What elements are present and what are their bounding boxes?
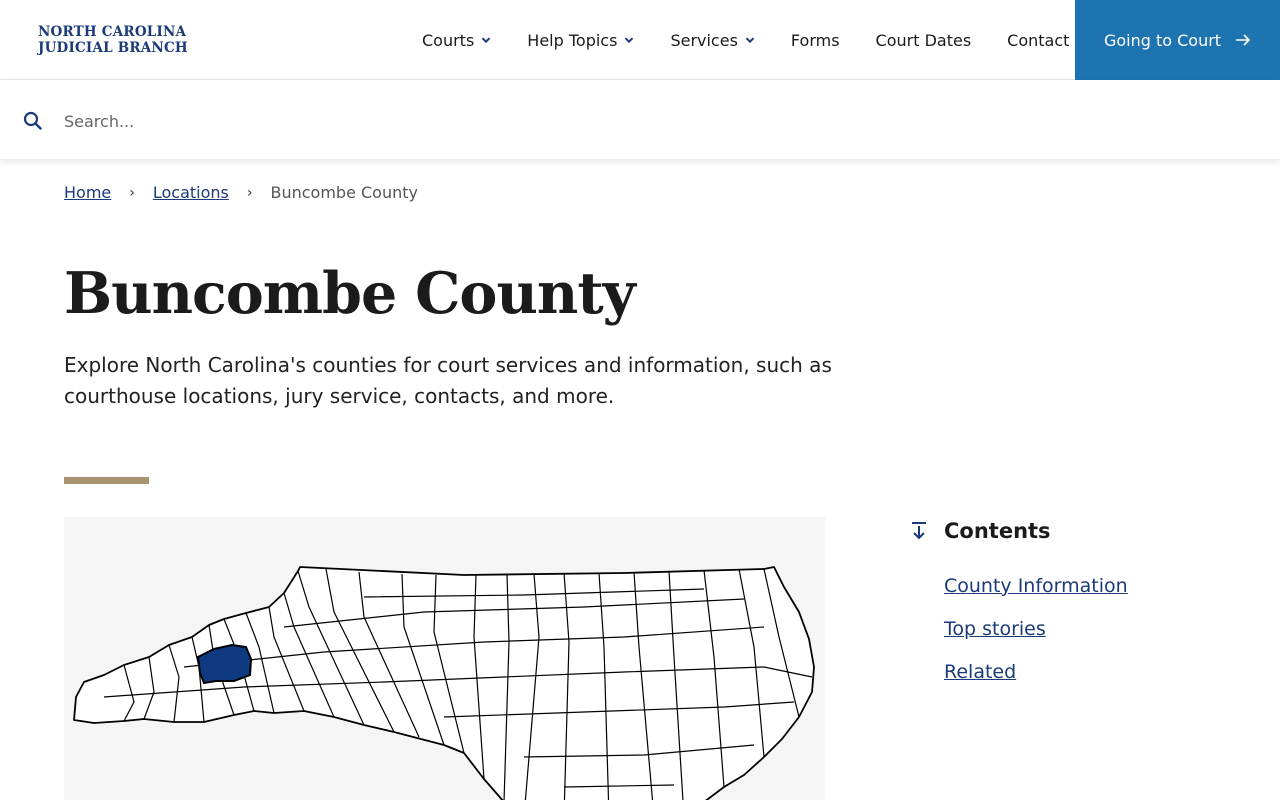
chevron-down-icon	[745, 37, 755, 44]
nav-item-courts[interactable]: Courts	[404, 0, 509, 80]
arrow-right-icon	[1236, 34, 1251, 46]
logo-line-1: NORTH CAROLINA	[38, 24, 187, 40]
nav-item-help-topics[interactable]: Help Topics	[509, 0, 652, 80]
search-icon[interactable]	[23, 111, 43, 131]
county-map	[64, 517, 825, 800]
breadcrumb: Home › Locations › Buncombe County	[64, 183, 418, 202]
breadcrumb-locations-link[interactable]: Locations	[153, 183, 229, 202]
contents-link-top-stories[interactable]: Top stories	[944, 618, 1046, 640]
nav-label: Court Dates	[875, 30, 972, 50]
logo-line-2: JUDICIAL BRANCH	[38, 40, 188, 56]
going-to-court-button[interactable]: Going to Court	[1075, 0, 1280, 80]
nav-label: Courts	[422, 30, 475, 50]
chevron-right-icon: ›	[129, 184, 135, 201]
search-input[interactable]	[64, 104, 964, 138]
nav-label: Forms	[790, 30, 840, 50]
page-intro: Explore North Carolina's counties for co…	[64, 353, 832, 408]
state-outline	[73, 566, 815, 800]
page-title: Buncombe County	[64, 260, 636, 327]
contents-panel: Contents County Information Top stories …	[910, 517, 1210, 704]
breadcrumb-current: Buncombe County	[270, 183, 418, 202]
nav-label: Services	[670, 30, 738, 50]
breadcrumb-home-link[interactable]: Home	[64, 183, 111, 202]
nav-item-services[interactable]: Services	[652, 0, 772, 80]
contents-link-county-information[interactable]: County Information	[944, 575, 1128, 597]
chevron-down-icon	[625, 37, 634, 44]
contents-title: Contents	[944, 519, 1051, 543]
contents-list: County Information Top stories Related	[944, 575, 1210, 683]
accent-divider	[64, 477, 149, 484]
nav-label: Help Topics	[527, 30, 618, 50]
site-header: NORTH CAROLINA JUDICIAL BRANCH Courts He…	[0, 0, 1280, 80]
list-item: Top stories	[944, 618, 1210, 640]
chevron-right-icon: ›	[246, 184, 253, 201]
list-item: Related	[944, 661, 1210, 683]
list-item: County Information	[944, 575, 1210, 597]
north-carolina-map-graphic	[73, 566, 815, 800]
nav-item-forms[interactable]: Forms	[773, 0, 858, 80]
contents-header: Contents	[910, 517, 1210, 545]
arrow-down-to-line-icon	[912, 522, 926, 540]
nav-label: Contact	[1007, 30, 1070, 50]
site-logo[interactable]: NORTH CAROLINA JUDICIAL BRANCH	[38, 24, 188, 56]
main-nav: Courts Help Topics Services Forms Court …	[404, 0, 1087, 80]
chevron-down-icon	[482, 37, 491, 44]
cta-label: Going to Court	[1103, 30, 1222, 50]
contents-link-related[interactable]: Related	[944, 661, 1016, 683]
nav-item-court-dates[interactable]: Court Dates	[858, 0, 990, 80]
nav-item-contact[interactable]: Contact	[989, 0, 1087, 80]
